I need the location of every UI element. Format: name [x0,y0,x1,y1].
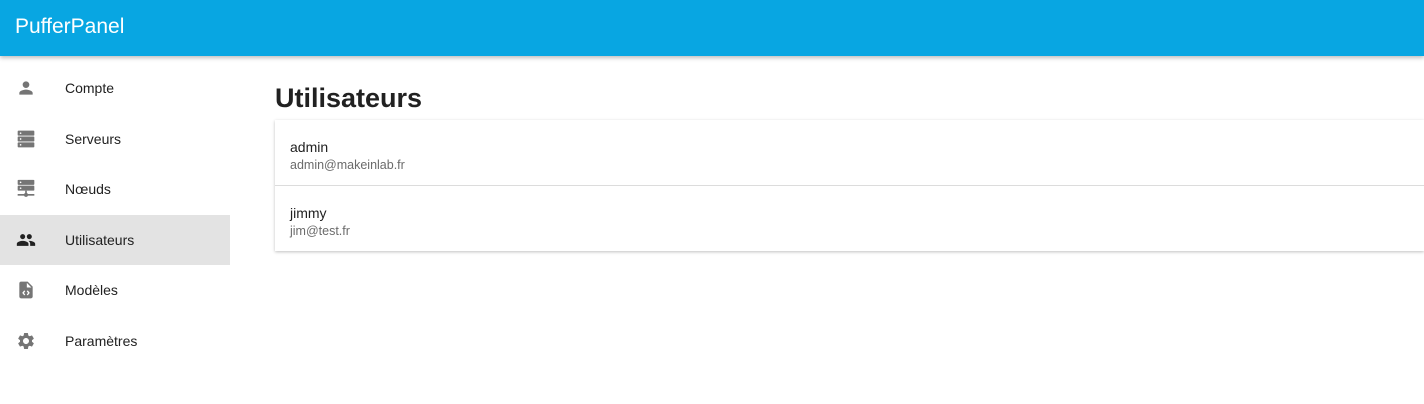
sidebar-item-label: Utilisateurs [65,231,135,248]
user-email: jim@test.fr [290,224,350,238]
sidebar: Compte Serveurs Nœuds Utilisateurs Modèl… [0,63,230,366]
sidebar-item-users[interactable]: Utilisateurs [0,214,230,265]
page-title: Utilisateurs [275,83,423,113]
user-email: admin@makeinlab.fr [290,158,405,172]
account-icon [16,78,36,98]
user-list: admin admin@makeinlab.fr jimmy jim@test.… [275,120,1424,251]
sidebar-item-label: Compte [65,80,115,97]
sidebar-item-servers[interactable]: Serveurs [0,114,230,165]
user-name: jimmy [290,205,327,221]
nodes-icon [16,179,36,199]
list-item[interactable]: jimmy jim@test.fr [275,185,1424,251]
sidebar-item-nodes[interactable]: Nœuds [0,164,230,215]
user-name: admin [290,139,329,155]
sidebar-item-account[interactable]: Compte [0,63,230,114]
app-title[interactable]: PufferPanel [15,13,124,41]
templates-icon [16,280,36,300]
list-item[interactable]: admin admin@makeinlab.fr [275,120,1424,185]
sidebar-item-templates[interactable]: Modèles [0,265,230,316]
users-icon [16,230,36,250]
sidebar-item-label: Nœuds [65,181,111,198]
servers-icon [16,129,36,149]
sidebar-item-settings[interactable]: Paramètres [0,316,230,367]
gear-icon [16,331,36,351]
sidebar-item-label: Paramètres [65,332,138,349]
sidebar-item-label: Modèles [65,282,118,299]
sidebar-item-label: Serveurs [65,130,122,147]
app-bar: PufferPanel [0,0,1424,56]
